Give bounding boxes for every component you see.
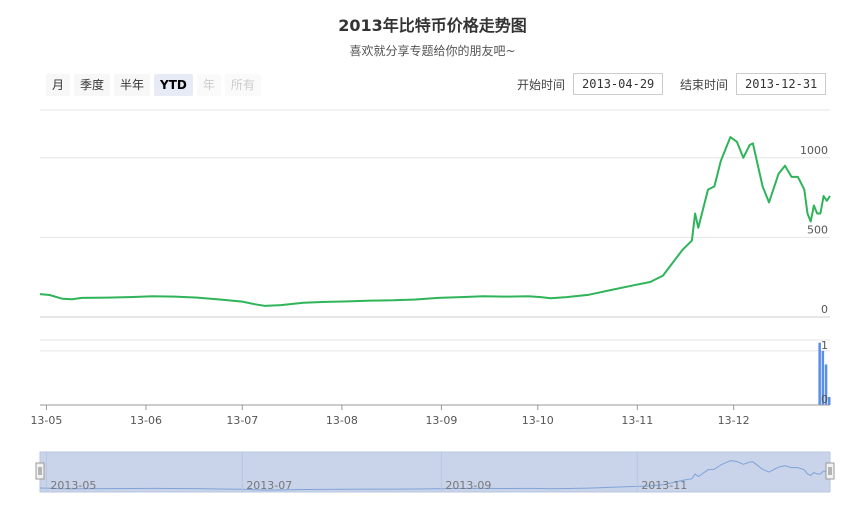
x-tick-label: 13-07 (226, 414, 258, 427)
x-tick-label: 13-09 (425, 414, 457, 427)
volume-bar (828, 396, 831, 405)
navigator-left-handle[interactable] (35, 462, 45, 480)
x-tick-label: 13-12 (718, 414, 750, 427)
navigator[interactable]: 2013-05 2013-07 2013-09 2013-11 (35, 451, 835, 493)
price-chart: 0 500 1000 0 1 13-05 13-06 13-07 13-08 13-09 13-10… (30, 109, 835, 493)
navigator-selection (39, 451, 831, 493)
navigator-tick-label: 2013-11 (641, 479, 687, 492)
grid-lines (40, 109, 830, 406)
x-tick-label: 13-10 (522, 414, 554, 427)
x-tick-label: 13-11 (621, 414, 653, 427)
volume-tick-label: 0 (821, 393, 828, 406)
x-tick-label: 13-05 (30, 414, 62, 427)
navigator-tick-label: 2013-05 (50, 479, 96, 492)
x-tick-label: 13-06 (130, 414, 162, 427)
volume-tick-label: 1 (821, 339, 828, 352)
navigator-tick-label: 2013-07 (246, 479, 292, 492)
price-tick-label: 1000 (800, 144, 828, 157)
price-tick-label: 500 (807, 223, 828, 236)
axes: 0 500 1000 0 1 13-05 13-06 13-07 13-08 13-09 13-10… (30, 144, 830, 427)
price-tick-label: 0 (821, 303, 828, 316)
x-tick-label: 13-08 (326, 414, 358, 427)
navigator-tick-label: 2013-09 (445, 479, 491, 492)
navigator-right-handle[interactable] (825, 462, 835, 480)
price-series (39, 136, 831, 307)
price-line (39, 136, 831, 307)
